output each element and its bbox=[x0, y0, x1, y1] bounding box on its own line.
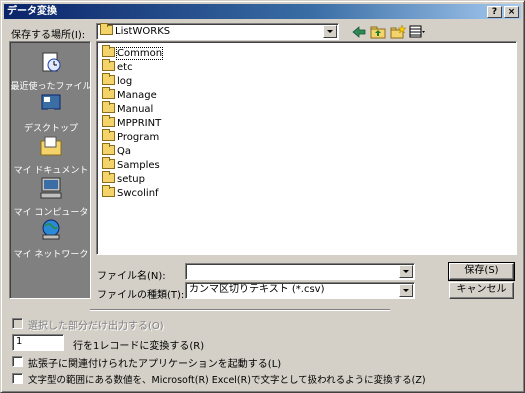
close-button[interactable]: × bbox=[504, 6, 519, 18]
list-item[interactable]: Program bbox=[102, 129, 159, 143]
place-computer[interactable]: マイ コンピュータ bbox=[10, 176, 92, 218]
places-bar: 最近使ったファイル デスクトップ マイ ドキュメント マイ コンピュータ マイ … bbox=[9, 41, 92, 299]
excel-text-checkbox[interactable] bbox=[12, 373, 23, 384]
up-folder-icon[interactable] bbox=[370, 24, 386, 40]
place-desktop-label: デスクトップ bbox=[23, 124, 78, 134]
folder-icon bbox=[102, 157, 115, 169]
folder-icon bbox=[102, 129, 115, 141]
my-network-icon bbox=[42, 219, 60, 240]
rows-per-record-label: 行を1レコードに変換する(R) bbox=[73, 341, 205, 352]
my-computer-icon bbox=[40, 177, 62, 199]
help-button[interactable]: ? bbox=[487, 6, 502, 18]
launch-app-label: 拡張子に関連付けられたアプリケーションを起動する(L) bbox=[28, 359, 282, 370]
list-item[interactable]: Manual bbox=[102, 101, 153, 115]
chevron-down-icon[interactable] bbox=[399, 265, 413, 278]
list-item[interactable]: Qa bbox=[102, 143, 131, 157]
file-list[interactable]: Common etc log Manage Manual MPPRINT Pro… bbox=[96, 41, 517, 255]
list-item[interactable]: MPPRINT bbox=[102, 115, 161, 129]
filetype-label: ファイルの種類(T): bbox=[97, 290, 185, 301]
folder-icon bbox=[102, 101, 115, 113]
list-item[interactable]: Manage bbox=[102, 87, 157, 101]
filename-input[interactable] bbox=[185, 263, 415, 280]
location-dropdown[interactable]: ListWORKS bbox=[96, 23, 339, 40]
filetype-value: カンマ区切りテキスト (*.csv) bbox=[189, 284, 325, 295]
folder-icon bbox=[102, 185, 115, 197]
place-documents[interactable]: マイ ドキュメント bbox=[10, 134, 92, 176]
list-item[interactable]: Samples bbox=[102, 157, 160, 171]
chevron-down-icon[interactable] bbox=[399, 284, 413, 297]
list-item[interactable]: log bbox=[102, 73, 132, 87]
folder-icon bbox=[102, 87, 115, 99]
save-dialog: データ変換 ? × 保存する場所(I): ListWORKS 最近使ったファイル… bbox=[0, 0, 525, 393]
list-item[interactable]: etc bbox=[102, 59, 133, 73]
folder-icon bbox=[102, 115, 115, 127]
selected-only-checkbox[interactable] bbox=[12, 318, 23, 329]
divider bbox=[90, 309, 390, 311]
cancel-button[interactable]: キャンセル bbox=[449, 282, 514, 299]
place-recent-label: 最近使ったファイル bbox=[10, 82, 92, 92]
place-recent[interactable]: 最近使ったファイル bbox=[10, 50, 92, 92]
desktop-icon bbox=[41, 94, 61, 112]
folder-icon bbox=[102, 143, 115, 155]
list-item[interactable]: Common bbox=[102, 45, 164, 60]
folder-icon bbox=[100, 23, 113, 35]
selected-only-label: 選択した部分だけ出力する(O) bbox=[28, 321, 164, 332]
place-network-label: マイ ネットワーク bbox=[13, 250, 89, 260]
window-title: データ変換 bbox=[7, 6, 57, 17]
list-item[interactable]: Swcolinf bbox=[102, 185, 159, 199]
folder-icon bbox=[102, 59, 115, 71]
folder-icon bbox=[102, 171, 115, 183]
filename-label: ファイル名(N): bbox=[97, 271, 166, 282]
view-menu-icon[interactable] bbox=[409, 24, 425, 40]
list-item[interactable]: setup bbox=[102, 171, 145, 185]
save-button[interactable]: 保存(S) bbox=[448, 262, 515, 281]
place-network[interactable]: マイ ネットワーク bbox=[10, 218, 92, 260]
chevron-down-icon[interactable] bbox=[323, 25, 337, 38]
new-folder-icon[interactable] bbox=[390, 24, 406, 40]
my-documents-icon bbox=[40, 136, 62, 156]
folder-icon bbox=[102, 45, 115, 57]
folder-icon bbox=[102, 73, 115, 85]
filetype-dropdown[interactable]: カンマ区切りテキスト (*.csv) bbox=[185, 282, 415, 299]
title-bar: データ変換 ? × bbox=[4, 4, 521, 19]
rows-per-record-input[interactable]: 1 bbox=[12, 334, 64, 351]
place-desktop[interactable]: デスクトップ bbox=[10, 92, 92, 134]
rows-per-record-value: 1 bbox=[16, 336, 23, 347]
launch-app-checkbox[interactable] bbox=[12, 356, 23, 367]
place-documents-label: マイ ドキュメント bbox=[13, 166, 89, 176]
location-value: ListWORKS bbox=[115, 26, 171, 37]
recent-files-icon bbox=[42, 52, 61, 72]
place-computer-label: マイ コンピュータ bbox=[13, 208, 89, 218]
back-arrow-icon[interactable] bbox=[351, 24, 367, 40]
location-label: 保存する場所(I): bbox=[11, 30, 86, 41]
excel-text-label: 文字型の範囲にある数値を、Microsoft(R) Excel(R)で文字として… bbox=[28, 375, 426, 386]
